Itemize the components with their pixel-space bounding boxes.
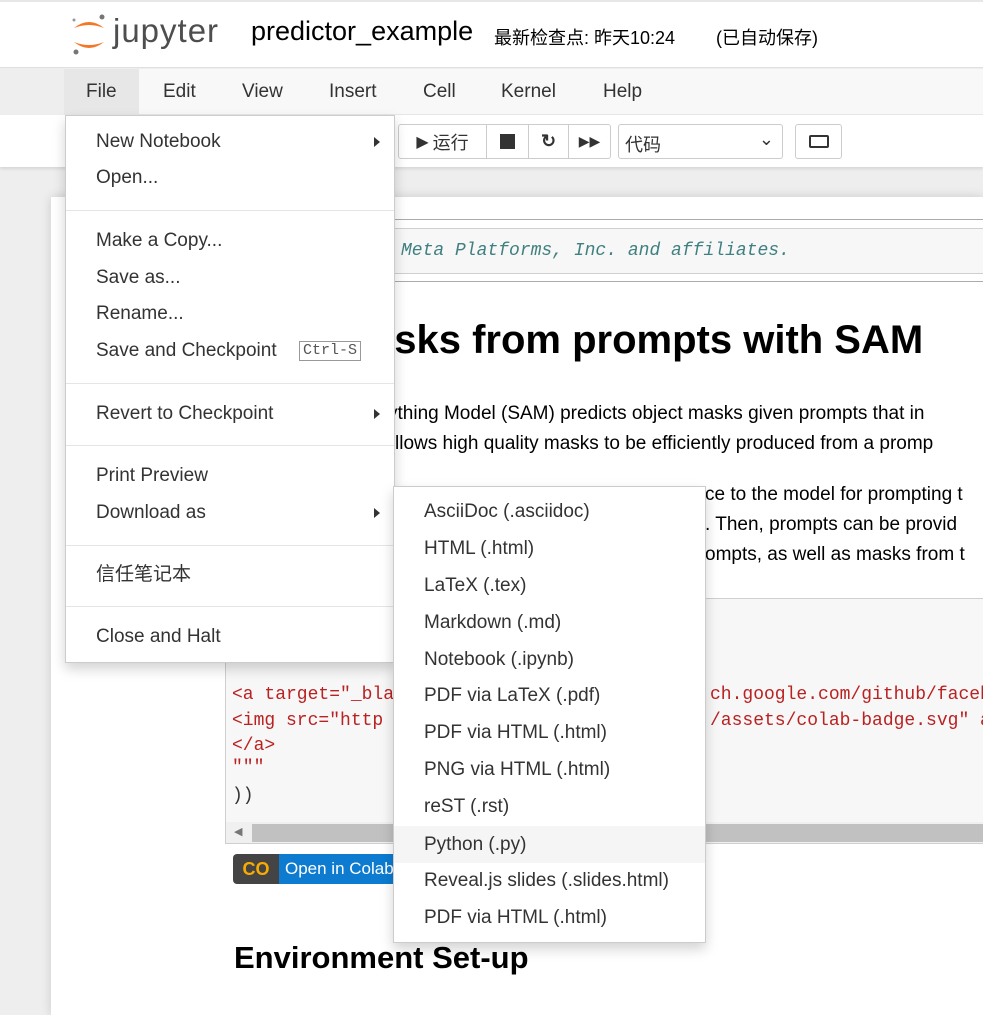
autosave-status: (已自动保存) <box>716 28 818 48</box>
code-line: """ <box>232 758 265 778</box>
notebook-title: asks from prompts with SAM <box>372 318 924 362</box>
download-as-submenu: AsciiDoc (.asciidoc) HTML (.html) LaTeX … <box>393 486 706 943</box>
stop-button[interactable] <box>486 124 529 159</box>
menu-item-rename[interactable]: Rename... <box>66 297 394 331</box>
open-in-colab-badge[interactable]: CO Open in Colab <box>233 854 403 884</box>
colab-label: Open in Colab <box>279 854 403 884</box>
menu-item-revert-checkpoint[interactable]: Revert to Checkpoint <box>66 397 394 431</box>
stop-icon <box>500 134 515 149</box>
menu-divider <box>66 445 394 446</box>
download-asciidoc[interactable]: AsciiDoc (.asciidoc) <box>394 495 705 529</box>
menu-item-open[interactable]: Open... <box>66 161 394 195</box>
download-pdf-latex[interactable]: PDF via LaTeX (.pdf) <box>394 679 705 713</box>
paragraph-line: ything Model (SAM) predicts object masks… <box>388 403 925 424</box>
download-reveal-slides[interactable]: Reveal.js slides (.slides.html) <box>394 864 705 898</box>
code-line: </a> <box>232 736 276 756</box>
menu-item-make-copy[interactable]: Make a Copy... <box>66 224 394 258</box>
code-comment: Meta Platforms, Inc. and affiliates. <box>401 241 790 261</box>
menu-item-print-preview[interactable]: Print Preview <box>66 459 394 493</box>
logo-text: jupyter <box>113 12 220 49</box>
menu-divider <box>66 210 394 211</box>
menu-divider <box>66 383 394 384</box>
code-line: /assets/colab-badge.svg" al <box>710 711 983 731</box>
cell-type-value: 代码 <box>625 135 661 155</box>
menu-item-download-as[interactable]: Download as <box>66 496 394 530</box>
menu-cell[interactable]: Cell <box>401 69 478 115</box>
download-pdf-html-2[interactable]: PDF via HTML (.html) <box>394 901 705 935</box>
download-notebook[interactable]: Notebook (.ipynb) <box>394 643 705 677</box>
colab-logo-icon: CO <box>233 854 279 884</box>
caret-right-icon <box>374 508 380 518</box>
paragraph-line: ompts, as well as masks from t <box>705 544 965 565</box>
menu-insert[interactable]: Insert <box>307 69 399 115</box>
notebook-name[interactable]: predictor_example <box>251 16 473 47</box>
keyboard-icon <box>808 135 829 148</box>
download-png-html[interactable]: PNG via HTML (.html) <box>394 753 705 787</box>
download-pdf-html[interactable]: PDF via HTML (.html) <box>394 716 705 750</box>
restart-button[interactable]: ↻ <box>528 124 569 159</box>
cell-type-select[interactable]: 代码 ⌄ <box>618 124 783 159</box>
shortcut-badge: Ctrl-S <box>299 341 362 361</box>
menu-divider <box>66 606 394 607</box>
paragraph-line: ce to the model for prompting t <box>705 484 963 505</box>
paragraph-line: . Then, prompts can be provid <box>705 514 958 535</box>
header: jupyter predictor_example 最新检查点: 昨天10:24… <box>0 0 983 68</box>
menu-item-save-checkpoint[interactable]: Save and Checkpoint Ctrl-S <box>66 334 394 368</box>
download-python[interactable]: Python (.py) <box>394 826 705 863</box>
keyboard-shortcuts-button[interactable] <box>795 124 842 159</box>
menu-item-close-halt[interactable]: Close and Halt <box>66 620 394 654</box>
chevron-down-icon: ⌄ <box>758 129 774 149</box>
menu-view[interactable]: View <box>220 69 305 115</box>
menu-item-trust-notebook[interactable]: 信任笔记本 <box>66 558 394 592</box>
menubar: File Edit View Insert Cell Kernel Help <box>64 69 983 115</box>
caret-right-icon <box>374 137 380 147</box>
menu-help[interactable]: Help <box>581 69 664 115</box>
paragraph-line: llows high quality masks to be efficient… <box>395 433 934 454</box>
restart-icon: ↻ <box>540 131 557 151</box>
scroll-left-icon[interactable]: ◀ <box>234 825 242 838</box>
run-all-button[interactable]: ▶▶ <box>568 124 611 159</box>
menu-item-save-as[interactable]: Save as... <box>66 261 394 295</box>
menu-kernel[interactable]: Kernel <box>479 69 578 115</box>
checkpoint-status: 最新检查点: 昨天10:24 <box>494 28 676 48</box>
code-line: <a target="_blan <box>232 685 405 705</box>
menu-edit[interactable]: Edit <box>141 69 218 115</box>
fast-forward-icon: ▶▶ <box>578 133 601 149</box>
run-label: 运行 <box>432 132 469 153</box>
code-line: <img src="http <box>232 711 384 731</box>
menu-divider <box>66 545 394 546</box>
download-rest[interactable]: reST (.rst) <box>394 790 705 824</box>
menu-file[interactable]: File <box>64 69 139 115</box>
run-button[interactable]: ▶ 运行 <box>398 124 487 159</box>
run-icon: ▶ <box>416 133 429 151</box>
jupyter-logo-icon[interactable] <box>70 12 110 56</box>
download-markdown[interactable]: Markdown (.md) <box>394 606 705 640</box>
file-menu-dropdown: New Notebook Open... Make a Copy... Save… <box>65 115 395 663</box>
download-latex[interactable]: LaTeX (.tex) <box>394 569 705 603</box>
code-line: ch.google.com/github/facebo <box>710 685 983 705</box>
section-heading: Environment Set-up <box>234 940 529 975</box>
download-html[interactable]: HTML (.html) <box>394 532 705 566</box>
code-line: )) <box>232 786 254 806</box>
menu-item-new-notebook[interactable]: New Notebook <box>66 125 394 159</box>
caret-right-icon <box>374 409 380 419</box>
